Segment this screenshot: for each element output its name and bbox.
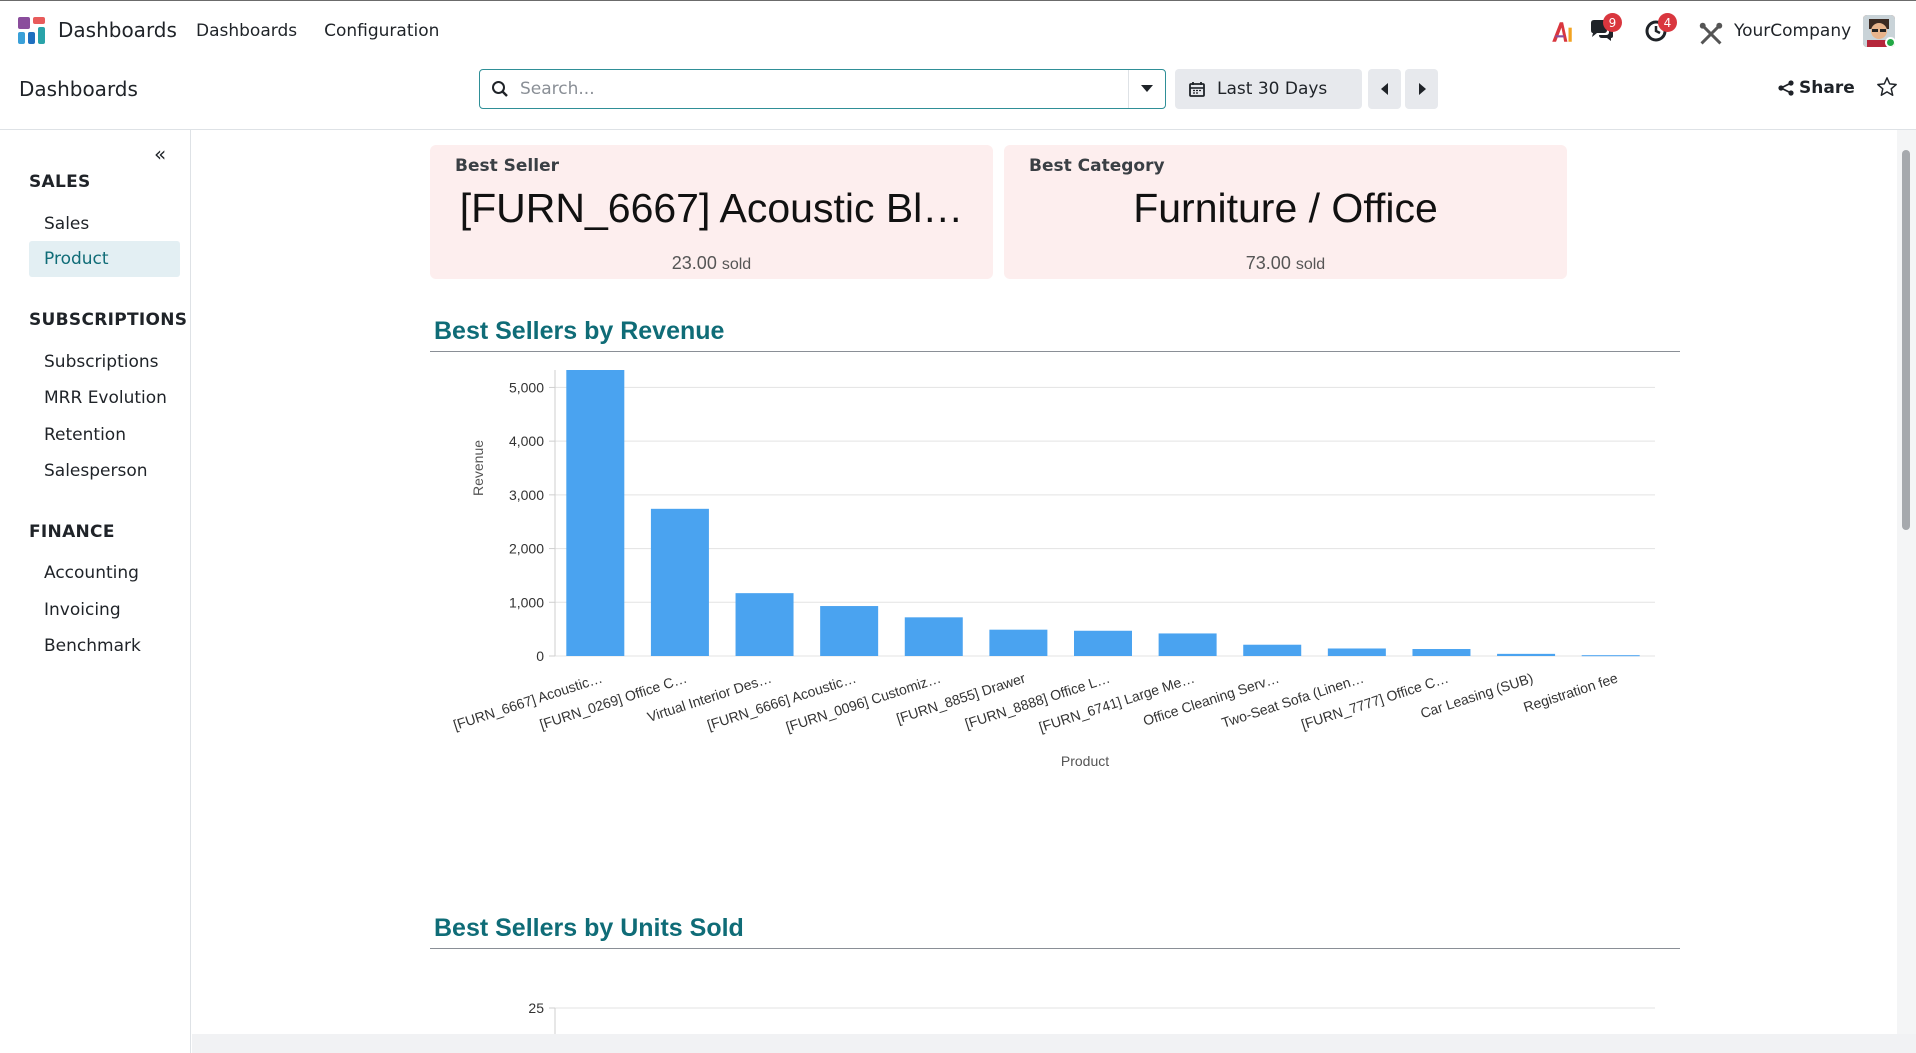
dashboards-app-icon[interactable]	[18, 17, 46, 45]
sidebar-item-accounting[interactable]: Accounting	[29, 555, 180, 591]
x-tick-label: [FURN_0269] Office C…	[538, 670, 689, 733]
scrollbar-thumb[interactable]	[1902, 150, 1910, 530]
kpi-sub-value: 73.00 sold	[1004, 253, 1567, 274]
sidebar-item-product[interactable]: Product	[29, 241, 180, 277]
bar[interactable]	[1412, 649, 1471, 656]
x-tick-label: [FURN_6667] Acoustic…	[451, 670, 604, 733]
search-options-toggle[interactable]	[1128, 70, 1165, 108]
bar[interactable]	[1581, 655, 1640, 657]
ai-icon[interactable]	[1549, 19, 1575, 45]
y-tick-label: 0	[536, 648, 544, 664]
units-section-title: Best Sellers by Units Sold	[434, 914, 744, 942]
app-name[interactable]: Dashboards	[58, 18, 177, 42]
kpi-label: Best Category	[1029, 156, 1165, 176]
bar[interactable]	[735, 593, 794, 656]
activities-badge: 4	[1658, 13, 1677, 32]
caret-left-icon	[1380, 83, 1388, 95]
kpi-card-best-category: Best Category Furniture / Office 73.00 s…	[1004, 145, 1567, 279]
bar[interactable]	[904, 617, 963, 656]
messages-badge: 9	[1603, 13, 1622, 32]
units-bar-chart: 25	[528, 1000, 1655, 1034]
horizontal-scrollbar[interactable]	[192, 1034, 1916, 1053]
user-avatar[interactable]	[1863, 15, 1895, 47]
x-tick-label: [FURN_6666] Acoustic…	[705, 670, 858, 733]
date-filter-button[interactable]: Last 30 Days	[1175, 69, 1362, 109]
share-label: Share	[1799, 78, 1855, 98]
section-title-subscriptions: SUBSCRIPTIONS	[29, 310, 188, 330]
kpi-value: Furniture / Office	[1133, 185, 1438, 231]
y-tick-label: 3,000	[509, 487, 544, 503]
bar[interactable]	[820, 606, 879, 656]
y-tick-label: 1,000	[509, 594, 544, 610]
dashboard-content: Best Seller [FURN_6667] Acoustic Bl… 23.…	[192, 130, 1897, 1034]
caret-down-icon	[1141, 85, 1153, 92]
bar[interactable]	[650, 508, 709, 656]
bar[interactable]	[566, 370, 625, 656]
x-tick-label: Two-Seat Sofa (Linen…	[1219, 670, 1365, 731]
x-tick-label: Registration fee	[1521, 670, 1619, 716]
collapse-sidebar-icon[interactable]: «	[154, 142, 166, 166]
y-tick-label: 25	[528, 1000, 544, 1016]
messages-icon[interactable]: 9	[1589, 13, 1622, 45]
revenue-bar-chart: 01,0002,0003,0004,0005,0006,0007,000Reve…	[451, 370, 1655, 769]
kpi-sub-number: 73.00	[1245, 253, 1291, 273]
kpi-sub-unit: sold	[721, 256, 752, 273]
top-navbar: Dashboards Dashboards Configuration 9 4 …	[0, 0, 1916, 60]
kpi-sub-unit: sold	[1295, 256, 1326, 273]
kpi-sub-number: 23.00	[671, 253, 717, 273]
next-period-button[interactable]	[1405, 69, 1438, 109]
y-axis-label: Revenue	[470, 440, 486, 496]
kpi-card-best-seller: Best Seller [FURN_6667] Acoustic Bl… 23.…	[430, 145, 993, 279]
bar[interactable]	[1158, 633, 1217, 656]
caret-right-icon	[1418, 83, 1426, 95]
bar[interactable]	[1074, 630, 1132, 656]
section-divider	[430, 351, 1680, 352]
sidebar-item-invoicing[interactable]: Invoicing	[29, 592, 180, 628]
search-icon	[480, 80, 520, 98]
search-bar	[479, 69, 1166, 109]
y-tick-label: 2,000	[509, 541, 544, 557]
sidebar-item-benchmark[interactable]: Benchmark	[29, 628, 180, 664]
sidebar-item-mrr-evolution[interactable]: MRR Evolution	[29, 380, 180, 416]
section-title-sales: SALES	[29, 172, 91, 192]
calendar-icon	[1189, 82, 1205, 97]
x-axis-label: Product	[1061, 753, 1109, 769]
control-panel: Dashboards Last 30 Days Share	[0, 60, 1916, 130]
share-icon	[1778, 80, 1794, 96]
dashboard-sidebar: « SALES Sales Product SUBSCRIPTIONS Subs…	[0, 130, 191, 1053]
sidebar-item-sales[interactable]: Sales	[29, 206, 180, 242]
x-tick-label: [FURN_7777] Office C…	[1299, 670, 1450, 733]
activities-icon[interactable]: 4	[1644, 13, 1677, 45]
online-status-dot	[1885, 37, 1895, 47]
share-button[interactable]: Share	[1778, 78, 1855, 98]
debug-tools-icon[interactable]	[1698, 21, 1724, 47]
search-input[interactable]	[520, 79, 1128, 99]
menu-dashboards[interactable]: Dashboards	[196, 21, 297, 41]
kpi-value: [FURN_6667] Acoustic Bl…	[459, 185, 964, 231]
sidebar-item-salesperson[interactable]: Salesperson	[29, 453, 180, 489]
bar[interactable]	[989, 629, 1048, 656]
bar[interactable]	[1327, 648, 1386, 656]
revenue-section-title: Best Sellers by Revenue	[434, 317, 725, 345]
menu-configuration[interactable]: Configuration	[324, 21, 439, 41]
previous-period-button[interactable]	[1368, 69, 1401, 109]
kpi-label: Best Seller	[455, 156, 559, 176]
y-tick-label: 4,000	[509, 433, 544, 449]
date-filter-label: Last 30 Days	[1217, 79, 1328, 99]
y-tick-label: 5,000	[509, 379, 544, 395]
sidebar-item-retention[interactable]: Retention	[29, 417, 180, 453]
vertical-scrollbar[interactable]	[1897, 130, 1916, 1034]
company-switcher[interactable]: YourCompany	[1734, 21, 1851, 41]
bar[interactable]	[1243, 644, 1302, 656]
section-title-finance: FINANCE	[29, 522, 115, 542]
section-divider	[430, 948, 1680, 949]
nav-menu: Dashboards Configuration	[196, 21, 439, 41]
sidebar-item-subscriptions[interactable]: Subscriptions	[29, 344, 180, 380]
favorite-star-icon[interactable]	[1876, 76, 1898, 98]
bar[interactable]	[1497, 653, 1556, 656]
breadcrumb: Dashboards	[19, 77, 138, 101]
kpi-sub-value: 23.00 sold	[430, 253, 993, 274]
